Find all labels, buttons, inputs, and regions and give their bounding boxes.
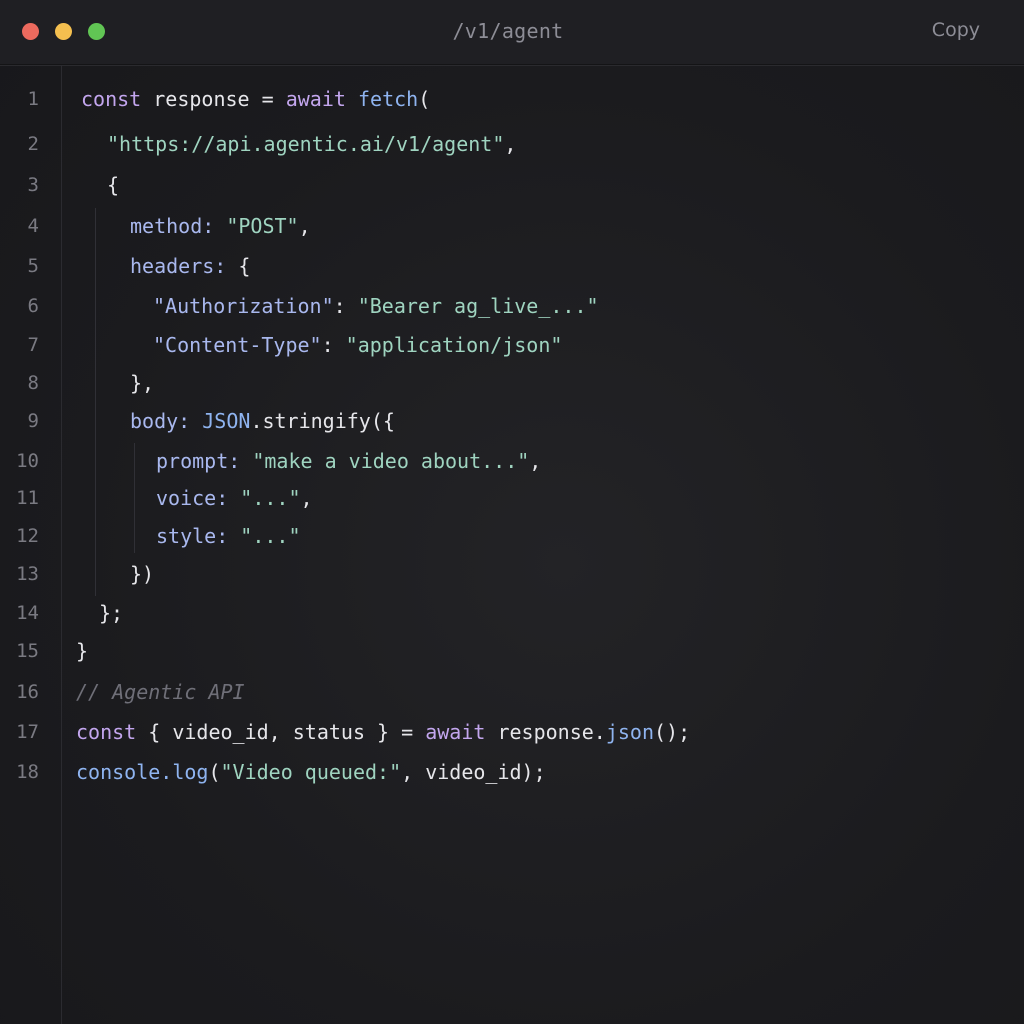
line-number: 12	[16, 525, 39, 547]
indent-guide	[95, 208, 96, 596]
code-token: "Content-Type"	[153, 333, 322, 357]
line-number: 13	[16, 563, 39, 585]
code-token: await	[285, 87, 346, 111]
code-token: , video_id);	[401, 760, 546, 784]
title-bar: /v1/agent Copy	[0, 0, 1024, 65]
code-line[interactable]: body: JSON.stringify({	[130, 409, 395, 433]
code-line[interactable]: headers: {	[130, 254, 250, 278]
code-token: ,	[504, 132, 517, 156]
code-token: {	[107, 173, 120, 197]
code-line[interactable]: voice: "...",	[156, 486, 313, 510]
code-line[interactable]: const response = await fetch(	[81, 87, 430, 111]
line-number: 8	[27, 372, 39, 394]
code-token: ,	[298, 214, 311, 238]
line-number: 9	[27, 410, 39, 432]
code-token: voice:	[156, 486, 229, 510]
code-line[interactable]: },	[130, 371, 154, 395]
code-token: (	[208, 760, 221, 784]
line-number: 2	[27, 133, 39, 155]
code-token: })	[130, 562, 155, 586]
code-line[interactable]: method: "POST",	[130, 214, 311, 238]
code-token: ,	[529, 449, 542, 473]
code-token: ();	[654, 720, 691, 744]
code-token: ,	[300, 486, 313, 510]
line-number: 11	[16, 487, 39, 509]
code-token: :	[333, 294, 358, 318]
code-token: };	[99, 601, 124, 625]
code-line[interactable]: style: "..."	[156, 524, 301, 548]
line-number: 7	[27, 334, 39, 356]
line-number: 15	[16, 640, 39, 662]
code-token: {	[226, 254, 251, 278]
code-token: // Agentic API	[76, 680, 245, 704]
code-token: "Video queued:"	[220, 760, 402, 784]
code-token: style:	[156, 524, 229, 548]
code-line[interactable]: prompt: "make a video about...",	[156, 449, 541, 473]
code-token: fetch	[357, 87, 419, 111]
line-number: 17	[16, 721, 39, 743]
code-token: (	[418, 87, 431, 111]
code-token: :	[321, 333, 346, 357]
code-token: "https://api.agentic.ai/v1/agent"	[107, 132, 505, 156]
code-token: headers:	[130, 254, 227, 278]
code-line[interactable]: {	[107, 173, 119, 197]
code-line[interactable]: })	[130, 562, 154, 586]
code-token: JSON	[202, 409, 251, 433]
code-token: .stringify({	[250, 409, 395, 433]
code-token: "Bearer ag_live_..."	[357, 294, 599, 318]
code-line[interactable]: "https://api.agentic.ai/v1/agent",	[107, 132, 516, 156]
copy-button[interactable]: Copy	[932, 19, 980, 41]
window-title: /v1/agent	[452, 19, 564, 43]
gutter-divider	[61, 65, 62, 1024]
code-line[interactable]: "Authorization": "Bearer ag_live_..."	[153, 294, 599, 318]
code-token: "application/json"	[345, 333, 563, 357]
code-line[interactable]: console.log("Video queued:", video_id);	[76, 760, 546, 784]
code-window: /v1/agent Copy 1 2 3 4 5 6 7 8 9 10 11 12 13 14 15 16 17…	[0, 0, 1024, 1024]
code-line[interactable]: };	[99, 601, 123, 625]
line-number: 1	[27, 88, 39, 110]
code-line[interactable]: const { video_id, status } = await respo…	[76, 720, 690, 744]
code-token: const	[76, 720, 137, 744]
code-token: response =	[141, 87, 286, 111]
code-token: response.	[485, 720, 606, 744]
indent-guide	[134, 443, 135, 553]
code-token: "..."	[240, 524, 301, 548]
line-number: 5	[27, 255, 39, 277]
code-token: prompt:	[156, 449, 241, 473]
code-token: { video_id, status } =	[136, 720, 426, 744]
line-number: 3	[27, 174, 39, 196]
code-line[interactable]: "Content-Type": "application/json"	[153, 333, 562, 357]
code-token: body:	[130, 409, 191, 433]
line-number: 10	[16, 450, 39, 472]
line-number: 18	[16, 761, 39, 783]
code-token: }	[76, 639, 89, 663]
code-line[interactable]: }	[76, 639, 88, 663]
code-token: await	[425, 720, 486, 744]
code-token: method:	[130, 214, 215, 238]
code-token: "Authorization"	[153, 294, 334, 318]
line-number: 6	[27, 295, 39, 317]
code-token: "make a video about..."	[252, 449, 530, 473]
line-number: 4	[27, 215, 39, 237]
code-token: "..."	[240, 486, 301, 510]
code-token: json	[605, 720, 655, 744]
line-number: 16	[16, 681, 39, 703]
code-token: const	[81, 87, 142, 111]
line-number: 14	[16, 602, 39, 624]
code-token: },	[130, 371, 155, 395]
code-line[interactable]: // Agentic API	[76, 680, 245, 704]
code-token: "POST"	[226, 214, 299, 238]
code-token: console.log	[76, 760, 209, 784]
